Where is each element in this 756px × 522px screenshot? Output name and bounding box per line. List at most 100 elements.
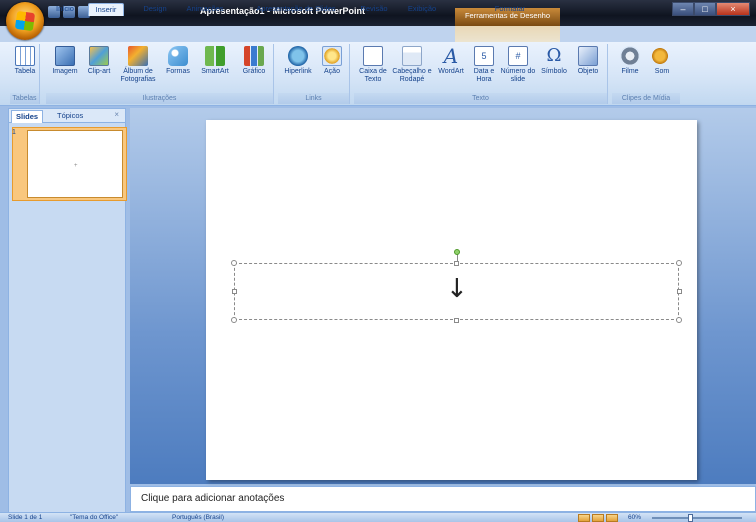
table-icon xyxy=(15,46,35,66)
tab-inserir[interactable]: Inserir xyxy=(88,3,124,16)
formas-label: Formas xyxy=(166,68,190,75)
wordart-button[interactable]: A WordArt xyxy=(434,46,468,76)
formas-button[interactable]: Formas xyxy=(162,46,194,76)
tabela-button[interactable]: Tabela xyxy=(12,46,38,76)
notes-placeholder: Clique para adicionar anotações xyxy=(141,493,285,504)
office-button[interactable] xyxy=(6,2,44,40)
data-hora-label: Data e Hora xyxy=(473,68,495,83)
smartart-button[interactable]: SmartArt xyxy=(196,46,234,76)
smartart-icon xyxy=(205,46,225,66)
status-bar: Slide 1 de 1 "Tema do Office" Português … xyxy=(0,512,756,522)
clipart-button[interactable]: Clip-art xyxy=(84,46,114,76)
clipart-icon xyxy=(89,46,109,66)
resize-handle-bottom-right[interactable] xyxy=(676,317,682,323)
tab-slides[interactable]: Slides xyxy=(11,110,44,123)
resize-handle-top-right[interactable] xyxy=(676,260,682,266)
zoom-slider-thumb[interactable] xyxy=(688,514,693,522)
numero-slide-button[interactable]: # Número do slide xyxy=(500,46,536,84)
acao-button[interactable]: Ação xyxy=(318,46,346,76)
notes-pane[interactable]: Clique para adicionar anotações xyxy=(130,486,756,512)
filme-button[interactable]: Filme xyxy=(616,46,644,76)
group-label-texto: Texto xyxy=(354,93,607,104)
image-icon xyxy=(55,46,75,66)
hiperlink-button[interactable]: Hiperlink xyxy=(280,46,316,76)
rotation-handle[interactable] xyxy=(454,249,460,255)
slide-canvas[interactable]: ↓ xyxy=(206,120,697,480)
tabela-label: Tabela xyxy=(14,68,36,75)
som-button[interactable]: Som xyxy=(648,46,676,76)
textbox-icon xyxy=(363,46,383,66)
slide-sorter-icon[interactable] xyxy=(592,514,604,522)
action-icon xyxy=(322,46,342,66)
tab-revisao[interactable]: Revisão xyxy=(356,3,392,16)
status-language[interactable]: Português (Brasil) xyxy=(172,514,224,521)
tab-exibicao[interactable]: Exibição xyxy=(404,3,440,16)
context-tab-background xyxy=(455,26,560,42)
pane-close-icon[interactable]: × xyxy=(114,110,119,119)
numero-label: Número do slide xyxy=(500,68,536,83)
objeto-button[interactable]: Objeto xyxy=(572,46,604,76)
caixa-label: Caixa de Texto xyxy=(359,68,387,83)
normal-view-icon[interactable] xyxy=(578,514,590,522)
slide-thumbnail[interactable]: + xyxy=(27,130,123,198)
group-label-tabelas: Tabelas xyxy=(10,93,39,104)
resize-handle-bottom[interactable] xyxy=(454,318,459,323)
resize-handle-left[interactable] xyxy=(232,289,237,294)
group-label-links: Links xyxy=(278,93,349,104)
wordart-label: WordArt xyxy=(438,68,464,75)
maximize-button[interactable]: □ xyxy=(694,2,716,16)
shapes-icon xyxy=(168,46,188,66)
ribbon-tabs xyxy=(0,26,756,42)
album-label: Álbum de Fotografias xyxy=(120,68,156,83)
slideshow-icon[interactable] xyxy=(606,514,618,522)
album-button[interactable]: Álbum de Fotografias xyxy=(118,46,158,84)
status-slide: Slide 1 de 1 xyxy=(8,514,43,521)
resize-handle-right[interactable] xyxy=(677,289,682,294)
tab-inicio[interactable]: Início xyxy=(50,3,80,16)
symbol-icon: Ω xyxy=(546,45,562,66)
caixa-de-texto-button[interactable]: Caixa de Texto xyxy=(356,46,390,84)
smartart-label: SmartArt xyxy=(201,68,229,75)
chart-icon xyxy=(244,46,264,66)
status-theme[interactable]: "Tema do Office" xyxy=(70,514,118,521)
wordart-icon: A xyxy=(443,44,459,68)
minimize-button[interactable]: – xyxy=(672,2,694,16)
filme-label: Filme xyxy=(621,68,639,75)
ribbon: Tabela Tabelas Imagem Clip-art Álbum de … xyxy=(0,42,756,106)
tab-animacoes[interactable]: Animações xyxy=(180,3,230,16)
zoom-level[interactable]: 60% xyxy=(628,514,641,521)
slide-number-icon: # xyxy=(508,46,528,66)
tab-apresentacao[interactable]: Apresentação de Slides xyxy=(246,3,346,16)
zoom-slider[interactable] xyxy=(652,517,742,519)
object-icon xyxy=(578,46,598,66)
imagem-button[interactable]: Imagem xyxy=(50,46,80,76)
photo-album-icon xyxy=(128,46,148,66)
slide-workspace: ↓ xyxy=(130,108,756,484)
hyperlink-icon xyxy=(288,46,308,66)
resize-handle-bottom-left[interactable] xyxy=(231,317,237,323)
resize-handle-top-left[interactable] xyxy=(231,260,237,266)
clipart-label: Clip-art xyxy=(87,68,111,75)
cabecalho-rodape-button[interactable]: Cabeçalho e Rodapé xyxy=(392,46,432,84)
window-controls: – □ × xyxy=(672,2,750,16)
slides-pane: Slides Tópicos × 1 + xyxy=(8,108,127,514)
tab-topicos[interactable]: Tópicos xyxy=(53,110,87,123)
data-hora-button[interactable]: 5 Data e Hora xyxy=(470,46,498,84)
resize-handle-top[interactable] xyxy=(454,261,459,266)
group-tabelas: Tabela Tabelas xyxy=(10,44,40,104)
acao-label: Ação xyxy=(324,68,340,75)
simbolo-button[interactable]: Ω Símbolo xyxy=(538,46,570,76)
close-button[interactable]: × xyxy=(716,2,750,16)
hiperlink-label: Hiperlink xyxy=(284,68,312,75)
imagem-label: Imagem xyxy=(52,68,78,75)
tab-formatar[interactable]: Formatar xyxy=(480,3,540,16)
slide-number-label: 1 xyxy=(12,129,16,136)
simbolo-label: Símbolo xyxy=(541,68,567,75)
date-time-icon: 5 xyxy=(474,46,494,66)
grafico-button[interactable]: Gráfico xyxy=(238,46,270,76)
view-buttons xyxy=(578,514,618,522)
group-links: Hiperlink Ação Links xyxy=(278,44,350,104)
group-midia: Filme Som Clipes de Mídia xyxy=(612,44,680,104)
objeto-label: Objeto xyxy=(577,68,599,75)
tab-design[interactable]: Design xyxy=(138,3,172,16)
